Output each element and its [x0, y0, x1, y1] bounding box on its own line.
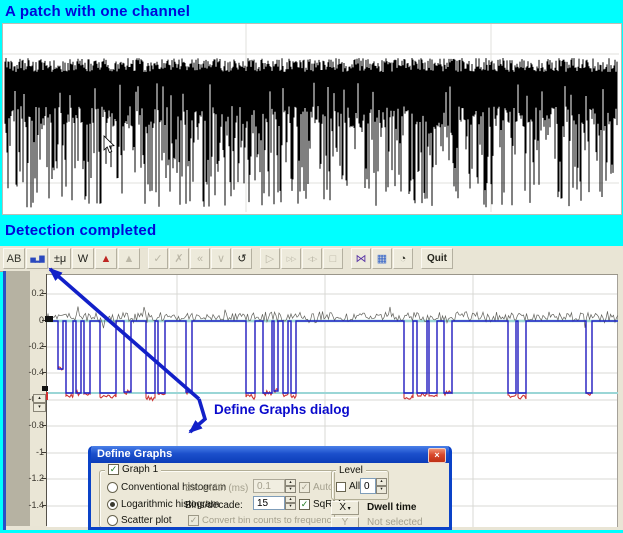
- level-down-button2[interactable]: ▾: [376, 486, 387, 494]
- x-axis-button[interactable]: X ▾: [331, 501, 359, 515]
- level-spinner: ▴ ▾: [33, 394, 46, 412]
- quit-button[interactable]: Quit: [421, 248, 453, 269]
- fast-forward-icon[interactable]: ▷▷: [281, 248, 301, 269]
- undo-icon[interactable]: ↺: [232, 248, 252, 269]
- auto-checkbox[interactable]: ✓: [299, 482, 310, 493]
- amplitude-levels-icon[interactable]: ±μ: [49, 248, 71, 269]
- graph1-checkbox[interactable]: ✓: [108, 464, 119, 475]
- y-tick-label: -1: [35, 447, 44, 457]
- y-tick-mark: [42, 452, 46, 453]
- y-tick-label: -0.2: [28, 341, 44, 351]
- x-dropdown-icon: ▾: [345, 506, 351, 512]
- bins-decade-field[interactable]: 15: [253, 496, 285, 510]
- auto-row: ✓ Auto: [299, 482, 334, 493]
- raw-trace-plot: [3, 24, 619, 212]
- timer-clock-icon[interactable]: ◔: [393, 248, 413, 269]
- y-axis-button-label: Y: [341, 517, 349, 528]
- toolbar-group-1: ✓ ✗ «∨ ↺: [148, 248, 252, 269]
- define-graphs-dialog: Define Graphs × ✓ Graph 1 Conventional h…: [88, 446, 452, 530]
- y-axis-button[interactable]: Y: [331, 517, 359, 528]
- display-colors-icon[interactable]: ▦: [372, 248, 392, 269]
- conventional-radio[interactable]: [107, 482, 118, 493]
- close-icon[interactable]: ×: [428, 448, 446, 463]
- toolbar-group-3: ⋈ ▦ ◔: [351, 248, 413, 269]
- y-tick-mark: [42, 346, 46, 347]
- bins-decade-spinner: ▴ ▾: [285, 496, 296, 510]
- bins-decade-down-button[interactable]: ▾: [285, 503, 296, 510]
- level-group-label: Level: [336, 465, 366, 476]
- y-tick-label: -0.8: [28, 420, 44, 430]
- not-selected-label: Not selected: [367, 517, 423, 528]
- scatter-radio[interactable]: [107, 515, 118, 526]
- baseline-level-handle[interactable]: [45, 316, 53, 322]
- open-level-handle[interactable]: [42, 386, 48, 391]
- dialog-title-bar[interactable]: Define Graphs: [91, 446, 449, 463]
- graph1-label: Graph 1: [122, 464, 159, 475]
- bins-decade-label: Bins/decade:: [185, 500, 243, 511]
- scatter-label: Scatter plot: [121, 515, 172, 526]
- toolbar-group-2: ▷ ▷▷ ◁▷ □: [260, 248, 343, 269]
- bins-decade-up-button[interactable]: ▴: [285, 496, 296, 503]
- y-tick-label: -1.4: [28, 500, 44, 510]
- level-field-spinner: ▴ ▾: [376, 478, 387, 494]
- level-all-checkbox[interactable]: [336, 481, 346, 492]
- y-tick-mark: [42, 372, 46, 373]
- screenshot-root: A patch with one channel Detection compl…: [0, 0, 623, 533]
- convert-label: Convert bin counts to frequency: [202, 515, 337, 526]
- data-overview-icon[interactable]: AB: [3, 248, 25, 269]
- scatter-row: Scatter plot: [107, 515, 172, 526]
- toolbar-group-0: AB ▅▂▇ ±μ W ▲ ▲: [3, 248, 140, 269]
- y-tick-mark: [42, 425, 46, 426]
- step-back-icon[interactable]: ◁▷: [302, 248, 322, 269]
- level-up-button2[interactable]: ▴: [376, 478, 387, 486]
- top-banner-title: A patch with one channel: [5, 3, 191, 20]
- x-axis-button-label: X: [339, 502, 346, 513]
- bin-width-spinner: ▴ ▾: [285, 479, 296, 493]
- level-field[interactable]: 0: [360, 478, 376, 494]
- toolbar: AB ▅▂▇ ±μ W ▲ ▲ ✓ ✗ «∨ ↺ ▷ ▷▷ ◁▷ □ ⋈ ▦ ◔ Quit: [0, 246, 623, 272]
- accept-icon[interactable]: ✓: [148, 248, 168, 269]
- bin-width-field[interactable]: 0.1: [253, 479, 285, 493]
- dwell-time-label: Dwell time: [367, 502, 417, 513]
- bin-width-down-button[interactable]: ▾: [285, 486, 296, 493]
- level-all-row: All: [336, 481, 360, 492]
- level-up-button[interactable]: ▴: [33, 394, 46, 403]
- reject-icon[interactable]: ✗: [169, 248, 189, 269]
- fit-check-icon[interactable]: ∨: [211, 248, 231, 269]
- y-tick-label: 0.2: [31, 288, 44, 298]
- threshold-peaks-icon[interactable]: ▲: [95, 248, 117, 269]
- y-tick-label: -0.4: [28, 367, 44, 377]
- play-icon[interactable]: ▷: [260, 248, 280, 269]
- threshold-peaks-alt-icon[interactable]: ▲: [118, 248, 140, 269]
- level-down-button[interactable]: ▾: [33, 403, 46, 412]
- y-tick-mark: [42, 478, 46, 479]
- detection-status-text: Detection completed: [5, 222, 157, 239]
- annotation-label: Define Graphs dialog: [214, 402, 350, 417]
- dialog-title: Define Graphs: [97, 448, 173, 460]
- convert-checkbox[interactable]: ✓: [188, 515, 199, 526]
- y-tick-label: 0: [20, 315, 44, 325]
- open-level-marker: [46, 392, 48, 400]
- bin-width-label: Bin width (ms): [185, 483, 249, 494]
- y-tick-mark: [42, 293, 46, 294]
- idealize-w-icon[interactable]: W: [72, 248, 94, 269]
- sqrtn-checkbox[interactable]: ✓: [299, 499, 310, 510]
- cut-transitions-icon[interactable]: ⋈: [351, 248, 371, 269]
- level-all-label: All: [349, 481, 361, 492]
- logarithmic-radio[interactable]: [107, 499, 118, 510]
- convert-row: ✓ Convert bin counts to frequency: [188, 515, 336, 526]
- bin-width-up-button[interactable]: ▴: [285, 479, 296, 486]
- raw-trace-panel: [2, 23, 622, 215]
- graph1-row: ✓ Graph 1: [105, 464, 162, 475]
- y-tick-mark: [42, 505, 46, 506]
- stop-icon[interactable]: □: [323, 248, 343, 269]
- accept-all-icon[interactable]: «: [190, 248, 210, 269]
- y-tick-label: -1.2: [28, 473, 44, 483]
- define-graphs-icon[interactable]: ▅▂▇: [26, 248, 48, 269]
